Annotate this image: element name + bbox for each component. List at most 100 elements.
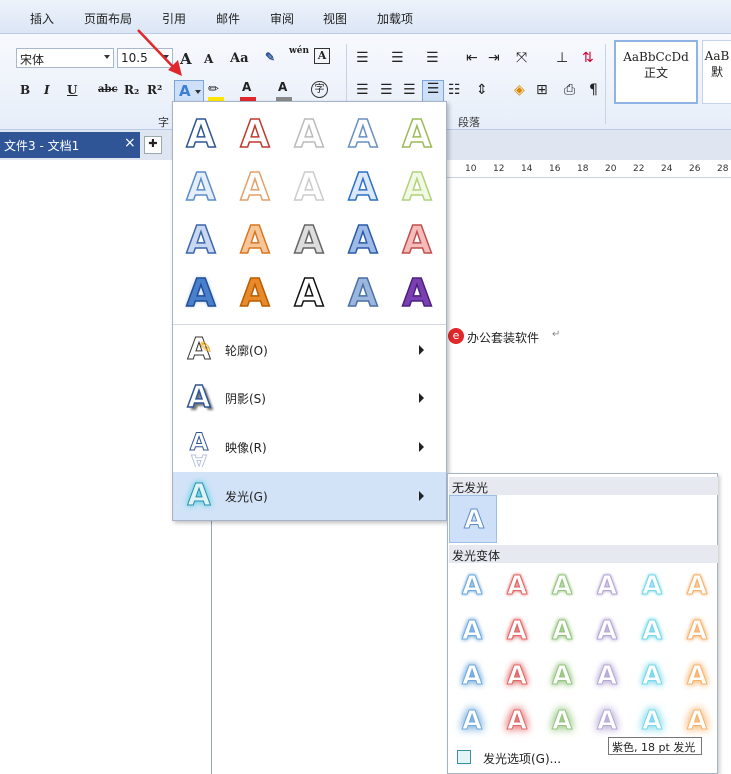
change-case-button[interactable]: Aa: [230, 51, 249, 66]
justify-icon[interactable]: ☰: [422, 80, 444, 102]
text-effect-option[interactable]: A: [177, 269, 225, 317]
style-normal[interactable]: AaBbCcDd 正文: [614, 40, 698, 104]
text-effect-option[interactable]: A: [339, 163, 387, 211]
menu-item-shadow[interactable]: A 阴影(S): [173, 374, 446, 422]
char-shading-button[interactable]: A: [278, 80, 287, 94]
text-effect-option[interactable]: A: [339, 269, 387, 317]
text-effect-option[interactable]: A: [231, 216, 279, 264]
glow-variant-option[interactable]: A: [586, 610, 628, 652]
glow-variant-option[interactable]: A: [676, 700, 718, 742]
font-name-combo[interactable]: 宋体: [16, 48, 114, 68]
glow-variant-option[interactable]: A: [496, 565, 538, 607]
tab-insert[interactable]: 插入: [30, 10, 54, 27]
distributed-icon[interactable]: ☷: [448, 82, 461, 98]
glow-variant-option[interactable]: A: [541, 655, 583, 697]
multilevel-list-icon[interactable]: ☰: [426, 50, 439, 66]
sort-direction-icon[interactable]: ⤧: [516, 50, 527, 66]
italic-button[interactable]: I: [44, 83, 50, 97]
glow-variant-option[interactable]: A: [451, 655, 493, 697]
tab-references[interactable]: 引用: [162, 10, 186, 27]
glow-variant-option[interactable]: A: [676, 655, 718, 697]
glow-variant-option[interactable]: A: [496, 655, 538, 697]
glow-variant-option[interactable]: A: [676, 565, 718, 607]
glow-variant-option[interactable]: A: [586, 565, 628, 607]
glow-variant-option[interactable]: A: [586, 655, 628, 697]
glow-variant-option[interactable]: A: [451, 700, 493, 742]
glow-variant-option[interactable]: A: [496, 700, 538, 742]
text-effect-option[interactable]: A: [393, 269, 441, 317]
tab-review[interactable]: 审阅: [270, 10, 294, 27]
text-effect-option[interactable]: A: [393, 110, 441, 158]
glow-variant-option[interactable]: A: [496, 610, 538, 652]
text-effect-option[interactable]: A: [339, 110, 387, 158]
shading-icon[interactable]: ◈: [514, 82, 525, 98]
text-effect-button[interactable]: A: [174, 80, 204, 102]
pinyin-guide-button[interactable]: wén: [289, 46, 309, 56]
text-effect-option[interactable]: A: [231, 163, 279, 211]
glow-variant-option[interactable]: A: [451, 565, 493, 607]
char-border-button[interactable]: A: [314, 48, 330, 64]
glow-variant-option[interactable]: A: [541, 610, 583, 652]
align-left-icon[interactable]: ☰: [356, 82, 369, 98]
tab-page-layout[interactable]: 页面布局: [84, 10, 132, 27]
increase-indent-icon[interactable]: ⇥: [488, 50, 500, 66]
horizontal-ruler[interactable]: 10 12 14 16 18 20 22 24 26 28: [447, 160, 731, 178]
subscript-button[interactable]: R₂: [124, 83, 139, 97]
tab-mailings[interactable]: 邮件: [216, 10, 240, 27]
glow-variant-option[interactable]: A: [631, 565, 673, 607]
menu-item-reflection[interactable]: A A 映像(R): [173, 423, 446, 471]
decrease-indent-icon[interactable]: ⇤: [466, 50, 478, 66]
text-effect-option[interactable]: A: [177, 110, 225, 158]
clear-format-icon[interactable]: ✎: [265, 50, 275, 64]
menu-item-outline[interactable]: A ✎ 轮廓(O): [173, 326, 446, 374]
strikethrough-button[interactable]: abc: [98, 84, 118, 95]
print-icon[interactable]: ⎙: [564, 82, 575, 98]
align-center-icon[interactable]: ☰: [380, 82, 393, 98]
style-default[interactable]: AaB 默: [702, 40, 731, 104]
text-effect-option[interactable]: A: [339, 216, 387, 264]
glow-variant-option[interactable]: A: [631, 655, 673, 697]
line-spacing-icon[interactable]: ⇕: [476, 82, 488, 98]
borders-icon[interactable]: ⊞: [536, 82, 548, 98]
glow-variant-option[interactable]: A: [451, 610, 493, 652]
font-name-value: 宋体: [20, 53, 45, 67]
glow-variant-option[interactable]: A: [541, 700, 583, 742]
glow-variant-option[interactable]: A: [586, 700, 628, 742]
show-marks-icon[interactable]: ¶: [589, 82, 598, 98]
line-icon[interactable]: ⊥: [556, 50, 568, 66]
text-effect-option[interactable]: A: [177, 163, 225, 211]
document-tab[interactable]: 文件3 - 文档1 ×: [0, 132, 140, 158]
close-icon[interactable]: ×: [124, 135, 136, 151]
glow-variant-option[interactable]: A: [541, 565, 583, 607]
superscript-button[interactable]: R²: [147, 83, 162, 97]
glow-variant-option[interactable]: A: [676, 610, 718, 652]
text-effect-option[interactable]: A: [285, 216, 333, 264]
text-effect-option[interactable]: A: [231, 110, 279, 158]
tab-addins[interactable]: 加载项: [377, 10, 413, 27]
text-effect-option[interactable]: A: [285, 110, 333, 158]
chevron-down-icon: [104, 55, 110, 59]
no-glow-option[interactable]: A: [449, 495, 497, 543]
sort-icon[interactable]: ⇅: [582, 50, 594, 66]
enclose-char-button[interactable]: 字: [311, 81, 328, 98]
bullets-icon[interactable]: ☰: [356, 50, 369, 66]
numbering-icon[interactable]: ☰: [391, 50, 404, 66]
menu-item-glow[interactable]: A 发光(G): [173, 472, 446, 520]
new-doc-icon[interactable]: ✚: [144, 136, 162, 154]
style-normal-name: 正文: [643, 66, 668, 80]
align-right-icon[interactable]: ☰: [403, 82, 416, 98]
text-effect-option[interactable]: A: [231, 269, 279, 317]
glow-variant-option[interactable]: A: [631, 610, 673, 652]
underline-button[interactable]: U: [67, 83, 77, 97]
text-effect-option[interactable]: A: [285, 163, 333, 211]
tab-view[interactable]: 视图: [323, 10, 347, 27]
bold-button[interactable]: B: [20, 83, 30, 97]
glow-variant-option[interactable]: A: [631, 700, 673, 742]
text-effect-option[interactable]: A: [393, 216, 441, 264]
text-effect-option[interactable]: A: [285, 269, 333, 317]
text-effect-option[interactable]: A: [177, 216, 225, 264]
highlight-icon[interactable]: ✏: [208, 82, 224, 98]
text-effect-option[interactable]: A: [393, 163, 441, 211]
font-color-button[interactable]: A: [242, 80, 251, 94]
shrink-font-button[interactable]: A: [204, 52, 213, 66]
